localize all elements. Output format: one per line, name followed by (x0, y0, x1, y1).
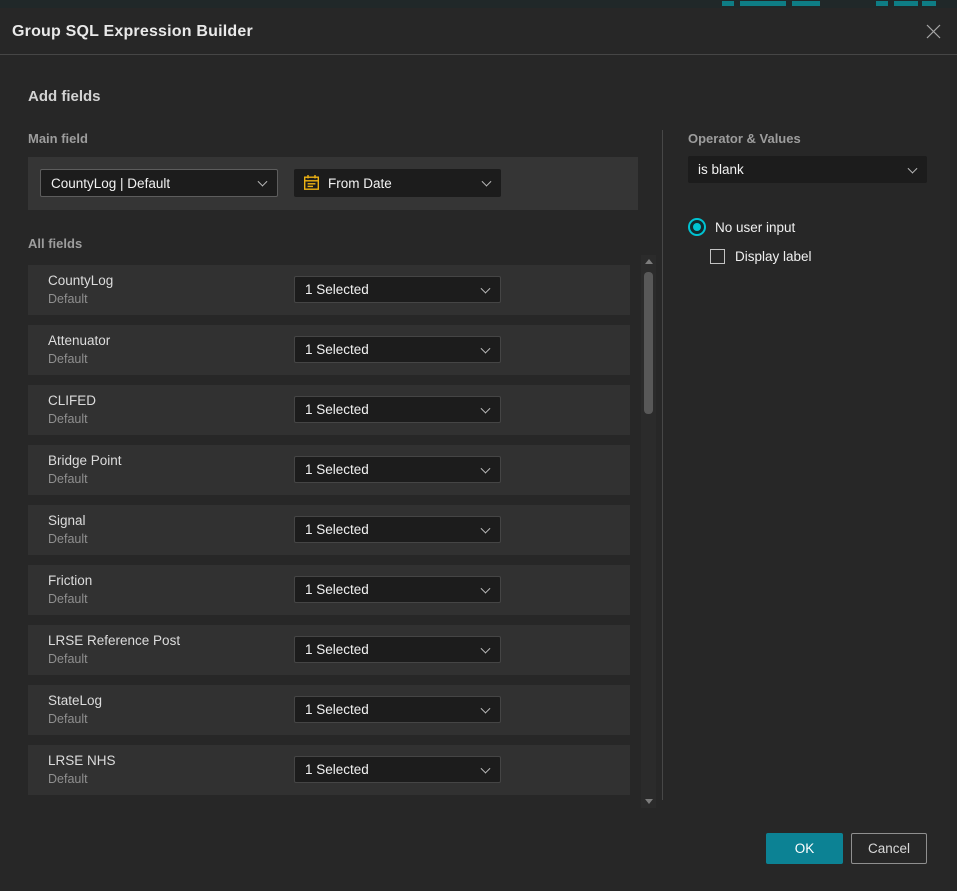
ok-button[interactable]: OK (766, 833, 843, 864)
field-selection-value: 1 Selected (305, 702, 369, 717)
chevron-down-icon (481, 403, 491, 413)
display-label-option[interactable]: Display label (710, 249, 812, 264)
field-row: Signal Default 1 Selected (28, 505, 630, 555)
field-alias: Default (48, 412, 88, 426)
field-selection-value: 1 Selected (305, 402, 369, 417)
field-alias: Default (48, 532, 88, 546)
field-row: CLIFED Default 1 Selected (28, 385, 630, 435)
field-selection-value: 1 Selected (305, 462, 369, 477)
chevron-down-icon (481, 283, 491, 293)
field-alias: Default (48, 592, 88, 606)
field-name: CLIFED (48, 393, 96, 408)
operator-values-label: Operator & Values (688, 131, 801, 146)
field-name: Attenuator (48, 333, 110, 348)
checkbox-unchecked-icon[interactable] (710, 249, 725, 264)
field-selection-value: 1 Selected (305, 342, 369, 357)
field-name: Signal (48, 513, 86, 528)
field-row: LRSE NHS Default 1 Selected (28, 745, 630, 795)
main-field-dropdown[interactable]: From Date (294, 169, 501, 197)
background-app-sliver (0, 0, 957, 8)
field-row: Attenuator Default 1 Selected (28, 325, 630, 375)
close-icon (925, 23, 942, 40)
main-field-label: Main field (28, 131, 88, 146)
field-row: CountyLog Default 1 Selected (28, 265, 630, 315)
field-name: Bridge Point (48, 453, 122, 468)
main-field-band: CountyLog | Default From Date (28, 157, 638, 210)
calendar-date-icon (303, 174, 320, 191)
all-fields-list: CountyLog Default 1 Selected Attenuator … (28, 265, 630, 805)
field-row: LRSE Reference Post Default 1 Selected (28, 625, 630, 675)
main-layer-dropdown[interactable]: CountyLog | Default (40, 169, 278, 197)
vertical-divider (662, 130, 663, 800)
field-alias: Default (48, 772, 88, 786)
field-alias: Default (48, 712, 88, 726)
field-selection-dropdown[interactable]: 1 Selected (294, 576, 501, 603)
field-selection-dropdown[interactable]: 1 Selected (294, 336, 501, 363)
chevron-down-icon (481, 583, 491, 593)
field-row: Friction Default 1 Selected (28, 565, 630, 615)
no-user-input-option[interactable]: No user input (688, 218, 795, 236)
field-selection-dropdown[interactable]: 1 Selected (294, 636, 501, 663)
operator-dropdown-value: is blank (698, 162, 744, 177)
dialog-titlebar: Group SQL Expression Builder (0, 8, 957, 55)
chevron-down-icon (481, 643, 491, 653)
field-selection-dropdown[interactable]: 1 Selected (294, 276, 501, 303)
main-field-dropdown-value: From Date (328, 176, 392, 191)
display-label-label: Display label (735, 249, 812, 264)
all-fields-label: All fields (28, 236, 82, 251)
field-selection-dropdown[interactable]: 1 Selected (294, 696, 501, 723)
field-name: LRSE Reference Post (48, 633, 180, 648)
field-alias: Default (48, 652, 88, 666)
field-alias: Default (48, 292, 88, 306)
fields-list-scrollbar[interactable] (641, 255, 656, 808)
field-selection-value: 1 Selected (305, 582, 369, 597)
background-fragment (740, 1, 786, 6)
background-fragment (922, 1, 936, 6)
background-fragment (722, 1, 734, 6)
chevron-down-icon (482, 177, 492, 187)
screen: Group SQL Expression Builder Add fields … (0, 0, 957, 891)
scrollbar-thumb[interactable] (644, 272, 653, 414)
field-row: Bridge Point Default 1 Selected (28, 445, 630, 495)
background-fragment (876, 1, 888, 6)
close-button[interactable] (923, 21, 943, 41)
background-fragment (894, 1, 918, 6)
background-fragment (792, 1, 820, 6)
chevron-down-icon (258, 177, 268, 187)
field-name: Friction (48, 573, 92, 588)
operator-dropdown[interactable]: is blank (688, 156, 927, 183)
cancel-button[interactable]: Cancel (851, 833, 927, 864)
field-name: LRSE NHS (48, 753, 116, 768)
field-alias: Default (48, 472, 88, 486)
radio-selected-icon[interactable] (688, 218, 706, 236)
chevron-down-icon (481, 703, 491, 713)
chevron-down-icon (481, 763, 491, 773)
main-layer-dropdown-value: CountyLog | Default (51, 176, 170, 191)
scroll-up-icon[interactable] (645, 259, 653, 264)
no-user-input-label: No user input (715, 220, 795, 235)
chevron-down-icon (908, 163, 918, 173)
chevron-down-icon (481, 343, 491, 353)
scroll-down-icon[interactable] (645, 799, 653, 804)
field-selection-dropdown[interactable]: 1 Selected (294, 516, 501, 543)
add-fields-heading: Add fields (28, 88, 101, 105)
dialog-title: Group SQL Expression Builder (12, 8, 253, 55)
field-name: StateLog (48, 693, 102, 708)
field-selection-dropdown[interactable]: 1 Selected (294, 456, 501, 483)
field-selection-value: 1 Selected (305, 642, 369, 657)
field-alias: Default (48, 352, 88, 366)
field-selection-value: 1 Selected (305, 762, 369, 777)
chevron-down-icon (481, 463, 491, 473)
field-selection-value: 1 Selected (305, 282, 369, 297)
field-row: StateLog Default 1 Selected (28, 685, 630, 735)
field-name: CountyLog (48, 273, 113, 288)
chevron-down-icon (481, 523, 491, 533)
field-selection-dropdown[interactable]: 1 Selected (294, 756, 501, 783)
field-selection-value: 1 Selected (305, 522, 369, 537)
field-selection-dropdown[interactable]: 1 Selected (294, 396, 501, 423)
